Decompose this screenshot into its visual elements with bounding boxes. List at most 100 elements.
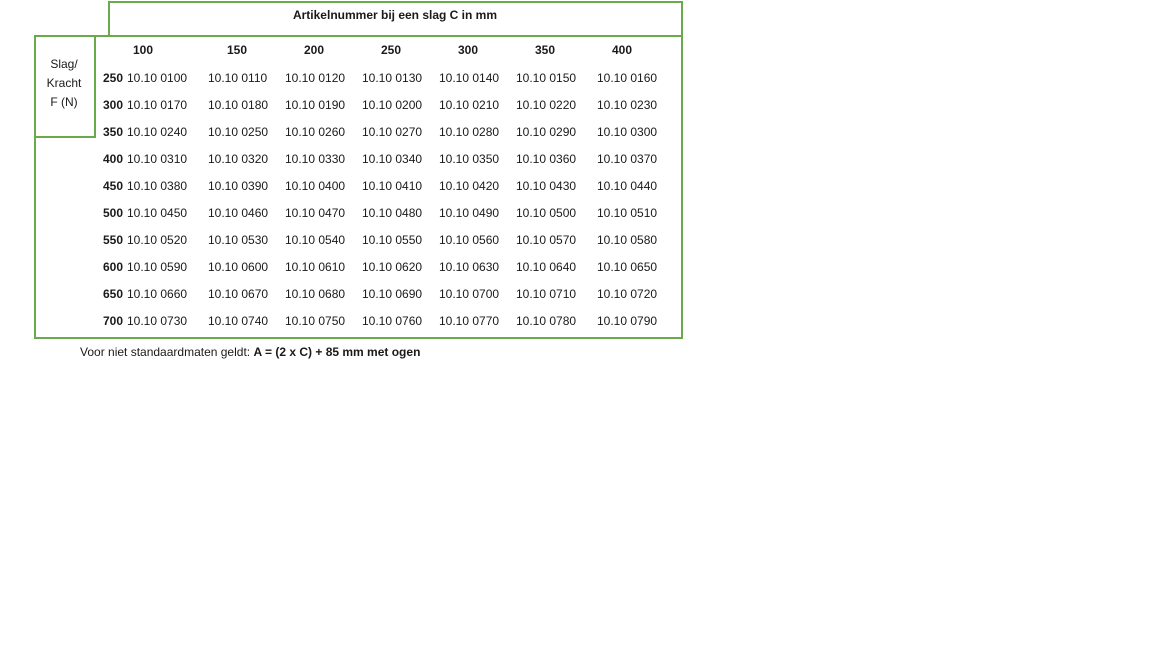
article-number-cell: 10.10 0570 <box>516 233 577 247</box>
force-label-500: 500 <box>103 206 124 220</box>
article-number-cell: 10.10 0750 <box>285 314 346 328</box>
article-number-cell: 10.10 0370 <box>597 152 658 166</box>
article-number-cell: 10.10 0360 <box>516 152 577 166</box>
stroke-header-150: 150 <box>226 43 248 57</box>
article-number-cell: 10.10 0620 <box>362 260 423 274</box>
article-number-cell: 10.10 0780 <box>516 314 577 328</box>
article-number-cell: 10.10 0100 <box>127 71 188 85</box>
article-number-cell: 10.10 0200 <box>362 98 423 112</box>
article-number-cell: 10.10 0400 <box>285 179 346 193</box>
article-number-cell: 10.10 0110 <box>208 71 268 85</box>
article-number-cell: 10.10 0670 <box>208 287 269 301</box>
article-number-cell: 10.10 0720 <box>597 287 658 301</box>
title-box-top <box>108 1 683 3</box>
force-label-550: 550 <box>103 233 124 247</box>
article-number-cell: 10.10 0490 <box>439 206 500 220</box>
article-number-cell: 10.10 0290 <box>516 125 577 139</box>
article-number-cell: 10.10 0140 <box>439 71 500 85</box>
article-number-cell: 10.10 0730 <box>127 314 188 328</box>
article-number-cell: 10.10 0350 <box>439 152 500 166</box>
table-bottom-border <box>34 337 683 339</box>
article-number-cell: 10.10 0590 <box>127 260 188 274</box>
article-number-cell: 10.10 0710 <box>516 287 577 301</box>
stroke-header-100: 100 <box>132 43 154 57</box>
stroke-header-300: 300 <box>457 43 479 57</box>
row-header-line-3: F (N) <box>50 95 78 109</box>
article-number-cell: 10.10 0580 <box>597 233 658 247</box>
article-number-cell: 10.10 0680 <box>285 287 346 301</box>
article-number-cell: 10.10 0300 <box>597 125 658 139</box>
article-number-cell: 10.10 0150 <box>516 71 577 85</box>
row-header-label: Slag/ Kracht F (N) <box>34 55 94 112</box>
article-number-cell: 10.10 0390 <box>208 179 269 193</box>
article-number-cell: 10.10 0660 <box>127 287 188 301</box>
article-number-cell: 10.10 0760 <box>362 314 423 328</box>
article-number-cell: 10.10 0160 <box>597 71 658 85</box>
stroke-header-250: 250 <box>380 43 402 57</box>
row-header-box-right <box>94 35 96 138</box>
article-number-cell: 10.10 0630 <box>439 260 500 274</box>
article-number-cell: 10.10 0320 <box>208 152 269 166</box>
force-label-400: 400 <box>103 152 124 166</box>
article-number-cell: 10.10 0220 <box>516 98 577 112</box>
article-number-cell: 10.10 0450 <box>127 206 188 220</box>
force-label-600: 600 <box>103 260 124 274</box>
article-number-cell: 10.10 0280 <box>439 125 500 139</box>
article-number-cell: 10.10 0240 <box>127 125 188 139</box>
table-title: Artikelnummer bij een slag C in mm <box>292 8 498 22</box>
force-label-350: 350 <box>103 125 124 139</box>
force-label-700: 700 <box>103 314 124 328</box>
article-number-cell: 10.10 0530 <box>208 233 269 247</box>
article-number-cell: 10.10 0170 <box>127 98 188 112</box>
article-number-cell: 10.10 0470 <box>285 206 346 220</box>
article-number-cell: 10.10 0480 <box>362 206 423 220</box>
article-number-cell: 10.10 0430 <box>516 179 577 193</box>
row-header-line-1: Slag/ <box>50 57 78 71</box>
stroke-header-200: 200 <box>303 43 325 57</box>
article-number-cell: 10.10 0700 <box>439 287 500 301</box>
force-label-450: 450 <box>103 179 124 193</box>
article-number-cell: 10.10 0690 <box>362 287 423 301</box>
article-number-cell: 10.10 0440 <box>597 179 658 193</box>
article-number-cell: 10.10 0650 <box>597 260 658 274</box>
article-number-cell: 10.10 0310 <box>127 152 188 166</box>
article-number-cell: 10.10 0120 <box>285 71 346 85</box>
header-divider <box>34 35 683 37</box>
note-prefix: Voor niet standaardmaten geldt: <box>80 345 254 359</box>
stroke-header-400: 400 <box>611 43 633 57</box>
row-header-line-2: Kracht <box>46 76 82 90</box>
article-number-cell: 10.10 0330 <box>285 152 346 166</box>
row-header-box-bottom <box>34 136 96 138</box>
article-number-cell: 10.10 0210 <box>439 98 500 112</box>
article-number-cell: 10.10 0180 <box>208 98 269 112</box>
article-number-cell: 10.10 0500 <box>516 206 577 220</box>
article-number-cell: 10.10 0740 <box>208 314 269 328</box>
table-right-border <box>681 1 683 339</box>
article-number-cell: 10.10 0230 <box>597 98 658 112</box>
article-number-cell: 10.10 0560 <box>439 233 500 247</box>
article-number-cell: 10.10 0790 <box>597 314 658 328</box>
article-number-cell: 10.10 0640 <box>516 260 577 274</box>
stroke-header-350: 350 <box>534 43 556 57</box>
note-formula: A = (2 x C) + 85 mm met ogen <box>253 345 421 359</box>
article-number-cell: 10.10 0410 <box>362 179 423 193</box>
article-number-cell: 10.10 0340 <box>362 152 423 166</box>
article-number-cell: 10.10 0770 <box>439 314 500 328</box>
force-label-650: 650 <box>103 287 124 301</box>
article-number-cell: 10.10 0190 <box>285 98 346 112</box>
article-number-cell: 10.10 0520 <box>127 233 188 247</box>
article-number-cell: 10.10 0540 <box>285 233 346 247</box>
article-number-cell: 10.10 0130 <box>362 71 423 85</box>
article-number-cell: 10.10 0420 <box>439 179 500 193</box>
article-number-cell: 10.10 0270 <box>362 125 423 139</box>
article-number-cell: 10.10 0510 <box>597 206 658 220</box>
article-number-cell: 10.10 0250 <box>208 125 269 139</box>
article-number-cell: 10.10 0600 <box>208 260 269 274</box>
formula-note: Voor niet standaardmaten geldt: A = (2 x… <box>80 345 420 359</box>
article-number-cell: 10.10 0460 <box>208 206 269 220</box>
article-number-cell: 10.10 0550 <box>362 233 423 247</box>
article-number-cell: 10.10 0260 <box>285 125 346 139</box>
article-number-cell: 10.10 0380 <box>127 179 188 193</box>
force-label-250: 250 <box>103 71 124 85</box>
article-number-cell: 10.10 0610 <box>285 260 346 274</box>
